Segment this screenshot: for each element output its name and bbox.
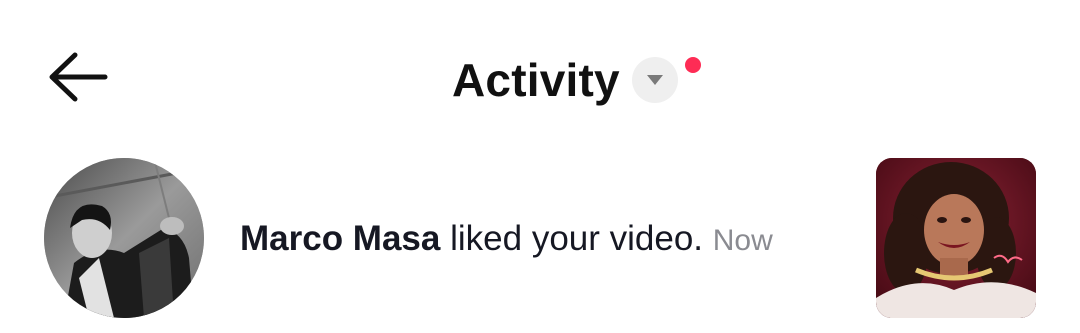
arrow-left-icon <box>49 52 108 102</box>
caret-down-icon <box>646 75 663 85</box>
video-thumbnail[interactable] <box>876 158 1036 318</box>
username-link[interactable]: Marco Masa <box>240 219 440 258</box>
back-button[interactable] <box>38 42 118 112</box>
activity-screen: Activity Marco Masa liked your video. No… <box>0 0 1080 333</box>
notification-dot <box>685 57 701 73</box>
timestamp: Now <box>712 224 773 257</box>
activity-filter-dropdown[interactable] <box>631 57 678 103</box>
activity-action: liked your video. <box>450 219 704 258</box>
title-group[interactable]: Activity <box>452 50 678 110</box>
video-thumbnail-image <box>876 158 1036 318</box>
avatar[interactable] <box>44 158 204 318</box>
page-title: Activity <box>452 54 620 106</box>
activity-text: Marco Masa liked your video. Now <box>240 217 773 263</box>
avatar-photo <box>44 158 204 318</box>
header: Activity <box>0 0 1080 150</box>
list-item[interactable]: Marco Masa liked your video. Now <box>0 155 1080 320</box>
